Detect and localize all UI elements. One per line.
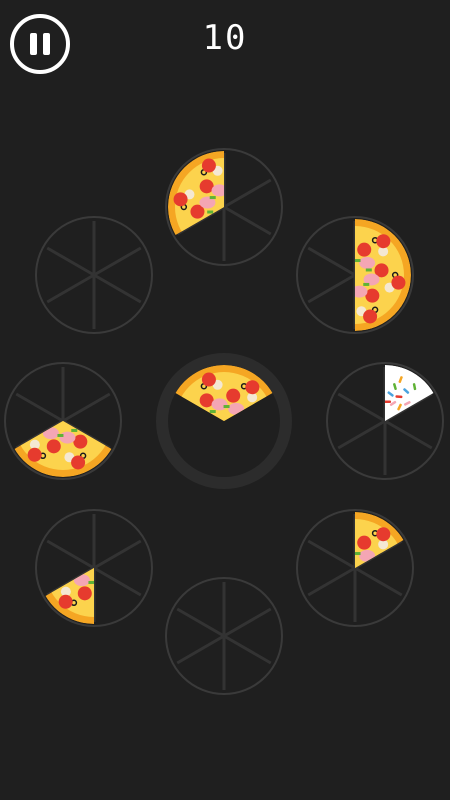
basil-topping <box>365 268 372 272</box>
basil-topping <box>57 433 64 437</box>
tomato-topping <box>376 527 391 542</box>
plate-upper-right[interactable] <box>296 216 414 334</box>
plate-spoke <box>93 273 142 304</box>
plate-spoke <box>46 246 95 277</box>
tomato-topping <box>199 179 214 194</box>
tomato-topping <box>357 242 372 257</box>
plate-spoke <box>337 419 386 450</box>
plate-spoke <box>354 566 403 597</box>
basil-topping <box>71 428 78 432</box>
tomato-topping <box>173 192 188 207</box>
basil-topping <box>88 580 94 584</box>
ham-topping <box>228 402 245 415</box>
plate-spoke <box>223 178 272 209</box>
plate-center[interactable] <box>156 353 292 489</box>
tomato-topping <box>199 393 214 408</box>
plate-spoke <box>176 607 225 638</box>
basil-topping <box>223 405 230 409</box>
basil-topping <box>355 552 361 556</box>
tomato-topping <box>71 455 86 470</box>
ham-topping <box>359 256 376 269</box>
plate-spoke <box>15 392 64 423</box>
pizza-slice[interactable] <box>299 219 411 331</box>
tomato-topping <box>58 594 73 609</box>
tomato-topping <box>391 275 406 290</box>
plate-middle-right[interactable] <box>326 362 444 480</box>
plate-spoke <box>223 607 272 638</box>
plate-spoke <box>93 539 142 570</box>
game-board <box>4 148 444 695</box>
plate-bottom[interactable] <box>165 577 283 695</box>
basil-topping <box>355 259 361 263</box>
tomato-topping <box>376 234 391 249</box>
tomato-topping <box>245 380 260 395</box>
tomato-topping <box>357 535 372 550</box>
plate-spoke <box>223 205 272 236</box>
tomato-topping <box>46 439 61 454</box>
plate-spoke <box>337 392 386 423</box>
sprinkle <box>385 400 392 404</box>
basil-topping <box>209 196 216 200</box>
plate-spoke <box>46 273 95 304</box>
pizza-slice[interactable] <box>168 365 280 477</box>
plate-spoke <box>93 246 142 277</box>
tomato-topping <box>201 372 216 387</box>
ham-topping <box>73 574 90 587</box>
plate-spoke <box>93 566 142 597</box>
tomato-topping <box>27 447 42 462</box>
plate-spoke <box>62 392 111 423</box>
plate-top[interactable] <box>165 148 283 266</box>
plate-spoke <box>307 566 356 597</box>
tomato-topping <box>363 309 378 324</box>
basil-topping <box>363 282 370 286</box>
plate-spoke <box>176 634 225 665</box>
plate-upper-left[interactable] <box>35 216 153 334</box>
tomato-topping <box>201 158 216 173</box>
tomato-topping <box>77 586 92 601</box>
plate-lower-left[interactable] <box>35 509 153 627</box>
plate-spoke <box>223 634 272 665</box>
ham-topping <box>42 427 59 440</box>
plate-spoke <box>307 539 356 570</box>
ham-topping <box>211 398 228 411</box>
ham-topping <box>359 549 376 562</box>
basil-topping <box>207 210 214 214</box>
plate-spoke <box>307 273 356 304</box>
tomato-topping <box>226 388 241 403</box>
plate-spoke <box>307 246 356 277</box>
tomato-topping <box>365 288 380 303</box>
plate-lower-right[interactable] <box>296 509 414 627</box>
plate-spoke <box>46 539 95 570</box>
plate-spoke <box>384 419 433 450</box>
ham-topping <box>59 431 76 444</box>
basil-topping <box>209 410 216 414</box>
plate-middle-left[interactable] <box>4 362 122 480</box>
tomato-topping <box>73 434 88 449</box>
